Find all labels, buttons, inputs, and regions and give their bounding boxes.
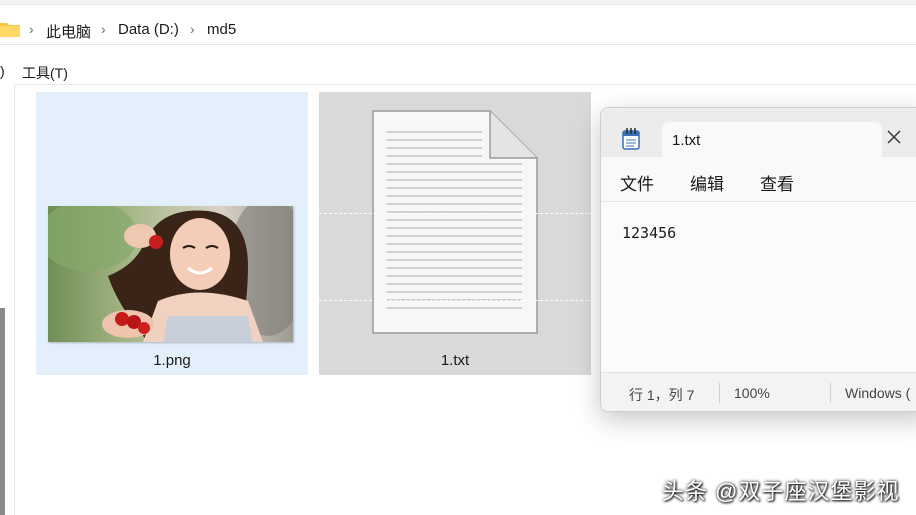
chevron-right-icon: › [190,21,195,37]
scrollbar[interactable] [0,308,5,515]
file-name-label: 1.txt [440,352,470,369]
document-content: 123456 [622,224,677,242]
tab-title: 1.txt [672,132,701,149]
notepad-icon [622,128,640,150]
menu-tools[interactable]: 工具(T) [22,63,68,83]
chevron-right-icon: › [29,21,34,37]
breadcrumb-md5[interactable]: md5 [207,21,236,38]
close-tab-icon[interactable] [885,128,903,146]
breadcrumb-data-drive[interactable]: Data (D:) [118,21,179,38]
text-editor-area[interactable]: 123456 [601,202,916,372]
status-divider [719,383,720,403]
window-top-edge [0,0,916,5]
tab-1-txt[interactable]: 1.txt [662,122,882,157]
file-item-1-txt[interactable]: 1.txt [319,92,591,375]
file-item-1-png[interactable]: 1.png [36,92,308,375]
notepad-window: 1.txt 文件 编辑 查看 123456 行 1，列 7 100% Windo… [600,107,916,412]
menu-view[interactable]: 查看 [760,170,794,195]
explorer-menubar: ) 工具(T) [0,58,916,85]
notepad-menubar: 文件 编辑 查看 [601,157,916,202]
folder-icon [0,23,20,37]
file-name-label: 1.png [153,352,191,369]
menu-partial[interactable]: ) [0,63,5,79]
status-bar: 行 1，列 7 100% Windows ( [601,372,916,411]
watermark-text: 头条 @双子座汉堡影视 [662,479,900,504]
zoom-level[interactable]: 100% [734,385,770,401]
notepad-titlebar[interactable]: 1.txt [601,108,916,157]
status-divider [830,383,831,403]
image-thumbnail [48,206,293,342]
chevron-right-icon: › [101,21,106,37]
address-bar[interactable]: › 此电脑 › Data (D:) › md5 [0,6,916,45]
breadcrumb-this-pc[interactable]: 此电脑 [46,21,91,42]
menu-edit[interactable]: 编辑 [690,170,724,195]
line-ending[interactable]: Windows ( [845,385,910,401]
cursor-position: 行 1，列 7 [629,387,695,403]
menu-file[interactable]: 文件 [620,170,654,195]
